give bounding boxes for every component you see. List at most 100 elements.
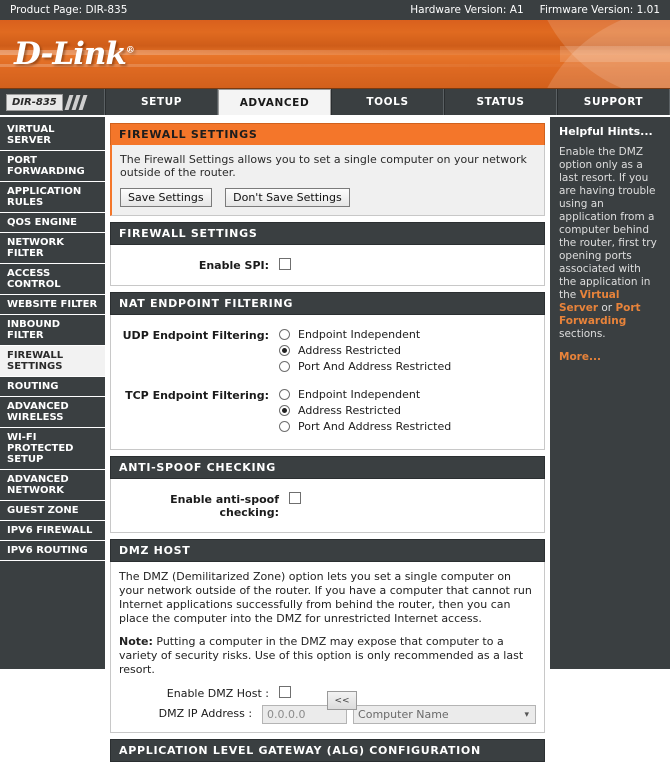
model-badge: DIR-835: [6, 93, 63, 111]
hardware-version-label: Hardware Version: A1: [410, 4, 524, 16]
nav-tab-tools[interactable]: TOOLS: [331, 89, 444, 115]
firewall-intro-body: The Firewall Settings allows you to set …: [110, 145, 545, 216]
dmz-host-header: DMZ HOST: [110, 539, 545, 562]
tcp-radio-port-and-address-restricted[interactable]: [279, 421, 290, 432]
dmz-note-label: Note:: [119, 635, 153, 648]
enable-spi-row: Enable SPI:: [119, 258, 536, 272]
sidebar-item-advanced-wireless[interactable]: ADVANCED WIRELESS: [0, 397, 105, 428]
dmz-host-panel: DMZ HOST The DMZ (Demilitarized Zone) op…: [110, 539, 545, 733]
sidebar-item-application-rules-label: APPLICATION RULES: [7, 186, 82, 208]
sidebar-item-ipv6-firewall-label: IPV6 FIREWALL: [7, 525, 93, 536]
sidebar-item-qos-engine-label: QOS ENGINE: [7, 217, 78, 228]
alg-configuration-panel: APPLICATION LEVEL GATEWAY (ALG) CONFIGUR…: [110, 739, 545, 762]
sidebar-item-inbound-filter-label: INBOUND FILTER: [7, 319, 61, 341]
firewall-intro-description: The Firewall Settings allows you to set …: [120, 153, 527, 179]
sidebar-item-routing[interactable]: ROUTING: [0, 377, 105, 397]
udp-radio-endpoint-independent[interactable]: [279, 329, 290, 340]
sidebar-item-ipv6-firewall[interactable]: IPV6 FIREWALL: [0, 521, 105, 541]
udp-option-port-and-address-restricted[interactable]: Port And Address Restricted: [279, 360, 536, 373]
sidebar-item-ipv6-routing-label: IPV6 ROUTING: [7, 545, 88, 556]
udp-option-address-restricted-label: Address Restricted: [298, 344, 401, 357]
nav-tab-setup[interactable]: SETUP: [105, 89, 218, 115]
sidebar-item-network-filter-label: NETWORK FILTER: [7, 237, 65, 259]
firewall-settings-panel: FIREWALL SETTINGS Enable SPI:: [110, 222, 545, 286]
dmz-note: Note: Putting a computer in the DMZ may …: [119, 635, 536, 677]
sidebar-item-inbound-filter[interactable]: INBOUND FILTER: [0, 315, 105, 346]
model-tab: DIR-835: [0, 89, 105, 115]
nat-endpoint-filtering-panel: NAT ENDPOINT FILTERING UDP Endpoint Filt…: [110, 292, 545, 450]
sidebar-item-guest-zone-label: GUEST ZONE: [7, 505, 79, 516]
dont-save-settings-button[interactable]: Don't Save Settings: [225, 188, 350, 207]
tcp-option-port-and-address-restricted-label: Port And Address Restricted: [298, 420, 452, 433]
udp-radio-address-restricted[interactable]: [279, 345, 290, 356]
anti-spoof-row: Enable anti-spoof checking:: [119, 492, 536, 519]
sidebar-item-access-control[interactable]: ACCESS CONTROL: [0, 264, 105, 295]
save-settings-button[interactable]: Save Settings: [120, 188, 212, 207]
firewall-intro-panel: FIREWALL SETTINGS The Firewall Settings …: [110, 123, 545, 216]
helpful-hints-text-before: Enable the DMZ option only as a last res…: [559, 146, 657, 301]
udp-endpoint-filtering-label: UDP Endpoint Filtering:: [122, 329, 269, 342]
tcp-endpoint-filtering-label: TCP Endpoint Filtering:: [125, 389, 269, 402]
sidebar-item-wifi-protected-setup[interactable]: WI-FI PROTECTED SETUP: [0, 428, 105, 470]
sidebar-item-website-filter[interactable]: WEBSITE FILTER: [0, 295, 105, 315]
sidebar-item-access-control-label: ACCESS CONTROL: [7, 268, 61, 290]
sidebar-item-port-forwarding[interactable]: PORT FORWARDING: [0, 151, 105, 182]
sidebar-item-routing-label: ROUTING: [7, 381, 59, 392]
nav-tab-status[interactable]: STATUS: [444, 89, 557, 115]
sidebar-item-advanced-network[interactable]: ADVANCED NETWORK: [0, 470, 105, 501]
helpful-hints-more-link[interactable]: More...: [559, 351, 661, 363]
dmz-host-body: The DMZ (Demilitarized Zone) option lets…: [110, 562, 545, 733]
sidebar-item-virtual-server-label: VIRTUAL SERVER: [7, 124, 55, 146]
product-page-label: Product Page: DIR-835: [10, 4, 128, 16]
nav-tab-advanced[interactable]: ADVANCED: [218, 89, 331, 115]
tcp-endpoint-filtering-options: Endpoint Independent Address Restricted …: [279, 388, 536, 436]
page-body: VIRTUAL SERVER PORT FORWARDING APPLICATI…: [0, 117, 670, 762]
sidebar-item-application-rules[interactable]: APPLICATION RULES: [0, 182, 105, 213]
enable-dmz-host-checkbox[interactable]: [279, 686, 291, 698]
helpful-hints-title: Helpful Hints...: [559, 125, 653, 138]
dmz-copy-button[interactable]: <<: [327, 691, 357, 710]
udp-option-address-restricted[interactable]: Address Restricted: [279, 344, 536, 357]
anti-spoof-body: Enable anti-spoof checking:: [110, 479, 545, 533]
anti-spoof-checkbox[interactable]: [289, 492, 301, 504]
udp-option-endpoint-independent[interactable]: Endpoint Independent: [279, 328, 536, 341]
tcp-option-address-restricted-label: Address Restricted: [298, 404, 401, 417]
helpful-hints-body: Enable the DMZ option only as a last res…: [559, 146, 661, 341]
sidebar-item-virtual-server[interactable]: VIRTUAL SERVER: [0, 120, 105, 151]
sidebar-item-guest-zone[interactable]: GUEST ZONE: [0, 501, 105, 521]
dmz-computer-name-select[interactable]: Computer Name ▾: [353, 705, 536, 724]
main-navigation: DIR-835 SETUP ADVANCED TOOLS STATUS SUPP…: [0, 89, 670, 117]
sidebar-item-ipv6-routing[interactable]: IPV6 ROUTING: [0, 541, 105, 561]
anti-spoof-header: ANTI-SPOOF CHECKING: [110, 456, 545, 479]
enable-spi-checkbox[interactable]: [279, 258, 291, 270]
udp-endpoint-filtering-options: Endpoint Independent Address Restricted …: [279, 328, 536, 376]
anti-spoof-label: Enable anti-spoof checking:: [170, 493, 279, 519]
tcp-option-port-and-address-restricted[interactable]: Port And Address Restricted: [279, 420, 536, 433]
sidebar-item-website-filter-label: WEBSITE FILTER: [7, 299, 98, 310]
udp-option-port-and-address-restricted-label: Port And Address Restricted: [298, 360, 452, 373]
tcp-radio-endpoint-independent[interactable]: [279, 389, 290, 400]
tcp-option-address-restricted[interactable]: Address Restricted: [279, 404, 536, 417]
sidebar-item-qos-engine[interactable]: QOS ENGINE: [0, 213, 105, 233]
udp-radio-port-and-address-restricted[interactable]: [279, 361, 290, 372]
slash-decoration-icon: [64, 94, 88, 110]
helpful-hints-text-middle: or: [598, 302, 616, 314]
helpful-hints-panel: Helpful Hints... Enable the DMZ option o…: [550, 117, 670, 669]
sidebar-item-firewall-settings-label: FIREWALL SETTINGS: [7, 350, 64, 372]
sidebar-item-network-filter[interactable]: NETWORK FILTER: [0, 233, 105, 264]
tcp-radio-address-restricted[interactable]: [279, 405, 290, 416]
anti-spoof-panel: ANTI-SPOOF CHECKING Enable anti-spoof ch…: [110, 456, 545, 533]
tcp-option-endpoint-independent[interactable]: Endpoint Independent: [279, 388, 536, 401]
nav-tab-support[interactable]: SUPPORT: [557, 89, 670, 115]
enable-dmz-host-label: Enable DMZ Host :: [166, 687, 269, 700]
nav-tab-setup-label: SETUP: [140, 96, 183, 108]
tcp-endpoint-filtering-row: TCP Endpoint Filtering: Endpoint Indepen…: [119, 388, 536, 436]
tcp-option-endpoint-independent-label: Endpoint Independent: [298, 388, 421, 401]
firewall-intro-header: FIREWALL SETTINGS: [110, 123, 545, 145]
firewall-settings-body: Enable SPI:: [110, 245, 545, 286]
sidebar-item-firewall-settings[interactable]: FIREWALL SETTINGS: [0, 346, 105, 377]
dmz-description: The DMZ (Demilitarized Zone) option lets…: [119, 570, 532, 625]
sidebar-item-advanced-network-label: ADVANCED NETWORK: [7, 474, 69, 496]
nav-tab-support-label: SUPPORT: [583, 96, 644, 108]
top-status-bar: Product Page: DIR-835 Hardware Version: …: [0, 0, 670, 20]
